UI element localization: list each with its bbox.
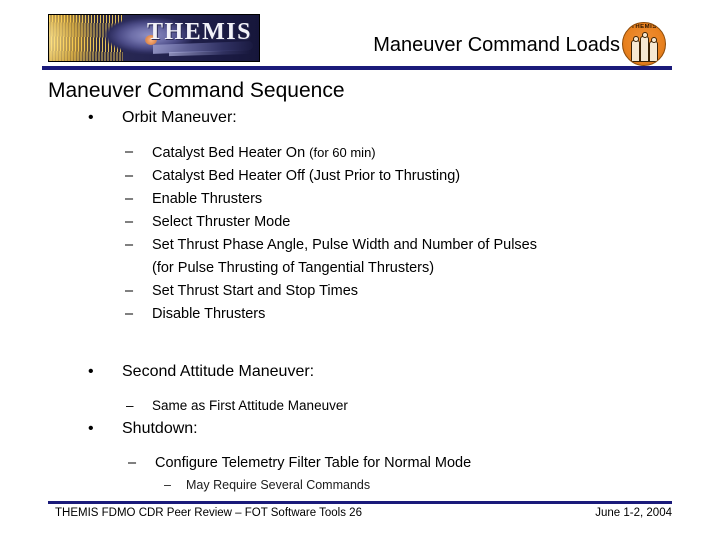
- list-item: – Enable Thrusters: [0, 188, 720, 211]
- list-item-note: (for 60 min): [309, 145, 376, 160]
- themis-mission-patch-icon: THEMIS: [622, 22, 666, 66]
- bullet-second-attitude-maneuver: • Second Attitude Maneuver:: [0, 360, 720, 384]
- patch-figure-right: [649, 37, 658, 62]
- header-divider: [42, 66, 672, 70]
- list-item: – Set Thrust Phase Angle, Pulse Width an…: [0, 234, 720, 257]
- footer-divider: [48, 501, 672, 504]
- list-item-text: Disable Thrusters: [152, 306, 266, 322]
- list-item-text: Select Thruster Mode: [152, 214, 291, 230]
- patch-figure-left: [631, 36, 640, 62]
- bullet-glyph-icon: •: [88, 109, 94, 126]
- list-item-text: Catalyst Bed Heater On: [152, 145, 310, 161]
- list-item-text: Enable Thrusters: [152, 191, 263, 207]
- list-item: – Set Thrust Start and Stop Times: [0, 280, 720, 303]
- sub-list-item-text: May Require Several Commands: [186, 478, 371, 492]
- slide-heading: Maneuver Command Sequence: [48, 79, 345, 102]
- dash-glyph-icon: –: [128, 455, 137, 471]
- patch-figure-center: [640, 32, 649, 62]
- list-item-text: Set Thrust Phase Angle, Pulse Width and …: [152, 237, 537, 253]
- themis-logo-banner: THEMIS: [48, 14, 260, 62]
- dash-glyph-icon: –: [164, 478, 171, 492]
- bullet-shutdown: • Shutdown:: [0, 417, 720, 441]
- list-item: – Disable Thrusters: [0, 303, 720, 326]
- dash-glyph-icon: –: [125, 214, 134, 230]
- bullet-label: Orbit Maneuver:: [122, 109, 237, 126]
- dash-glyph-icon: –: [125, 168, 134, 184]
- dash-glyph-icon: –: [125, 283, 134, 299]
- bullet-glyph-icon: •: [88, 363, 94, 380]
- list-item-continuation: (for Pulse Thrusting of Tangential Thrus…: [0, 257, 720, 280]
- bullet-glyph-icon: •: [88, 420, 94, 437]
- dash-glyph-icon: –: [125, 306, 134, 322]
- bullet-label: Shutdown:: [122, 420, 198, 437]
- sub-list-item: – May Require Several Commands: [0, 475, 720, 496]
- slide-content: • Orbit Maneuver: – Catalyst Bed Heater …: [0, 106, 720, 496]
- list-item-text: Configure Telemetry Filter Table for Nor…: [155, 455, 472, 471]
- list-item-text: Set Thrust Start and Stop Times: [152, 283, 359, 299]
- dash-glyph-icon: –: [125, 144, 134, 160]
- slide-header: THEMIS Maneuver Command Loads THEMIS: [0, 0, 720, 72]
- dash-glyph-icon: –: [125, 191, 134, 207]
- list-item: – Same as First Attitude Maneuver: [0, 395, 720, 417]
- dash-glyph-icon: –: [125, 237, 134, 253]
- list-item: – Catalyst Bed Heater Off (Just Prior to…: [0, 165, 720, 188]
- list-item: – Catalyst Bed Heater On (for 60 min): [0, 141, 720, 165]
- footer-left-text: THEMIS FDMO CDR Peer Review – FOT Softwa…: [55, 507, 362, 519]
- list-item: – Configure Telemetry Filter Table for N…: [0, 452, 720, 475]
- patch-arc-text: THEMIS: [631, 24, 657, 30]
- page-title: Maneuver Command Loads: [373, 34, 620, 56]
- themis-wordmark: THEMIS: [146, 19, 252, 45]
- list-item-text: Same as First Attitude Maneuver: [152, 398, 348, 413]
- bullet-label: Second Attitude Maneuver:: [122, 363, 315, 380]
- bullet-orbit-maneuver: • Orbit Maneuver:: [0, 106, 720, 130]
- list-item: – Select Thruster Mode: [0, 211, 720, 234]
- footer-right-text: June 1-2, 2004: [595, 507, 672, 519]
- dash-glyph-icon: –: [126, 398, 134, 413]
- list-item-text: (for Pulse Thrusting of Tangential Thrus…: [152, 260, 435, 276]
- list-item-text: Catalyst Bed Heater Off (Just Prior to T…: [152, 168, 461, 184]
